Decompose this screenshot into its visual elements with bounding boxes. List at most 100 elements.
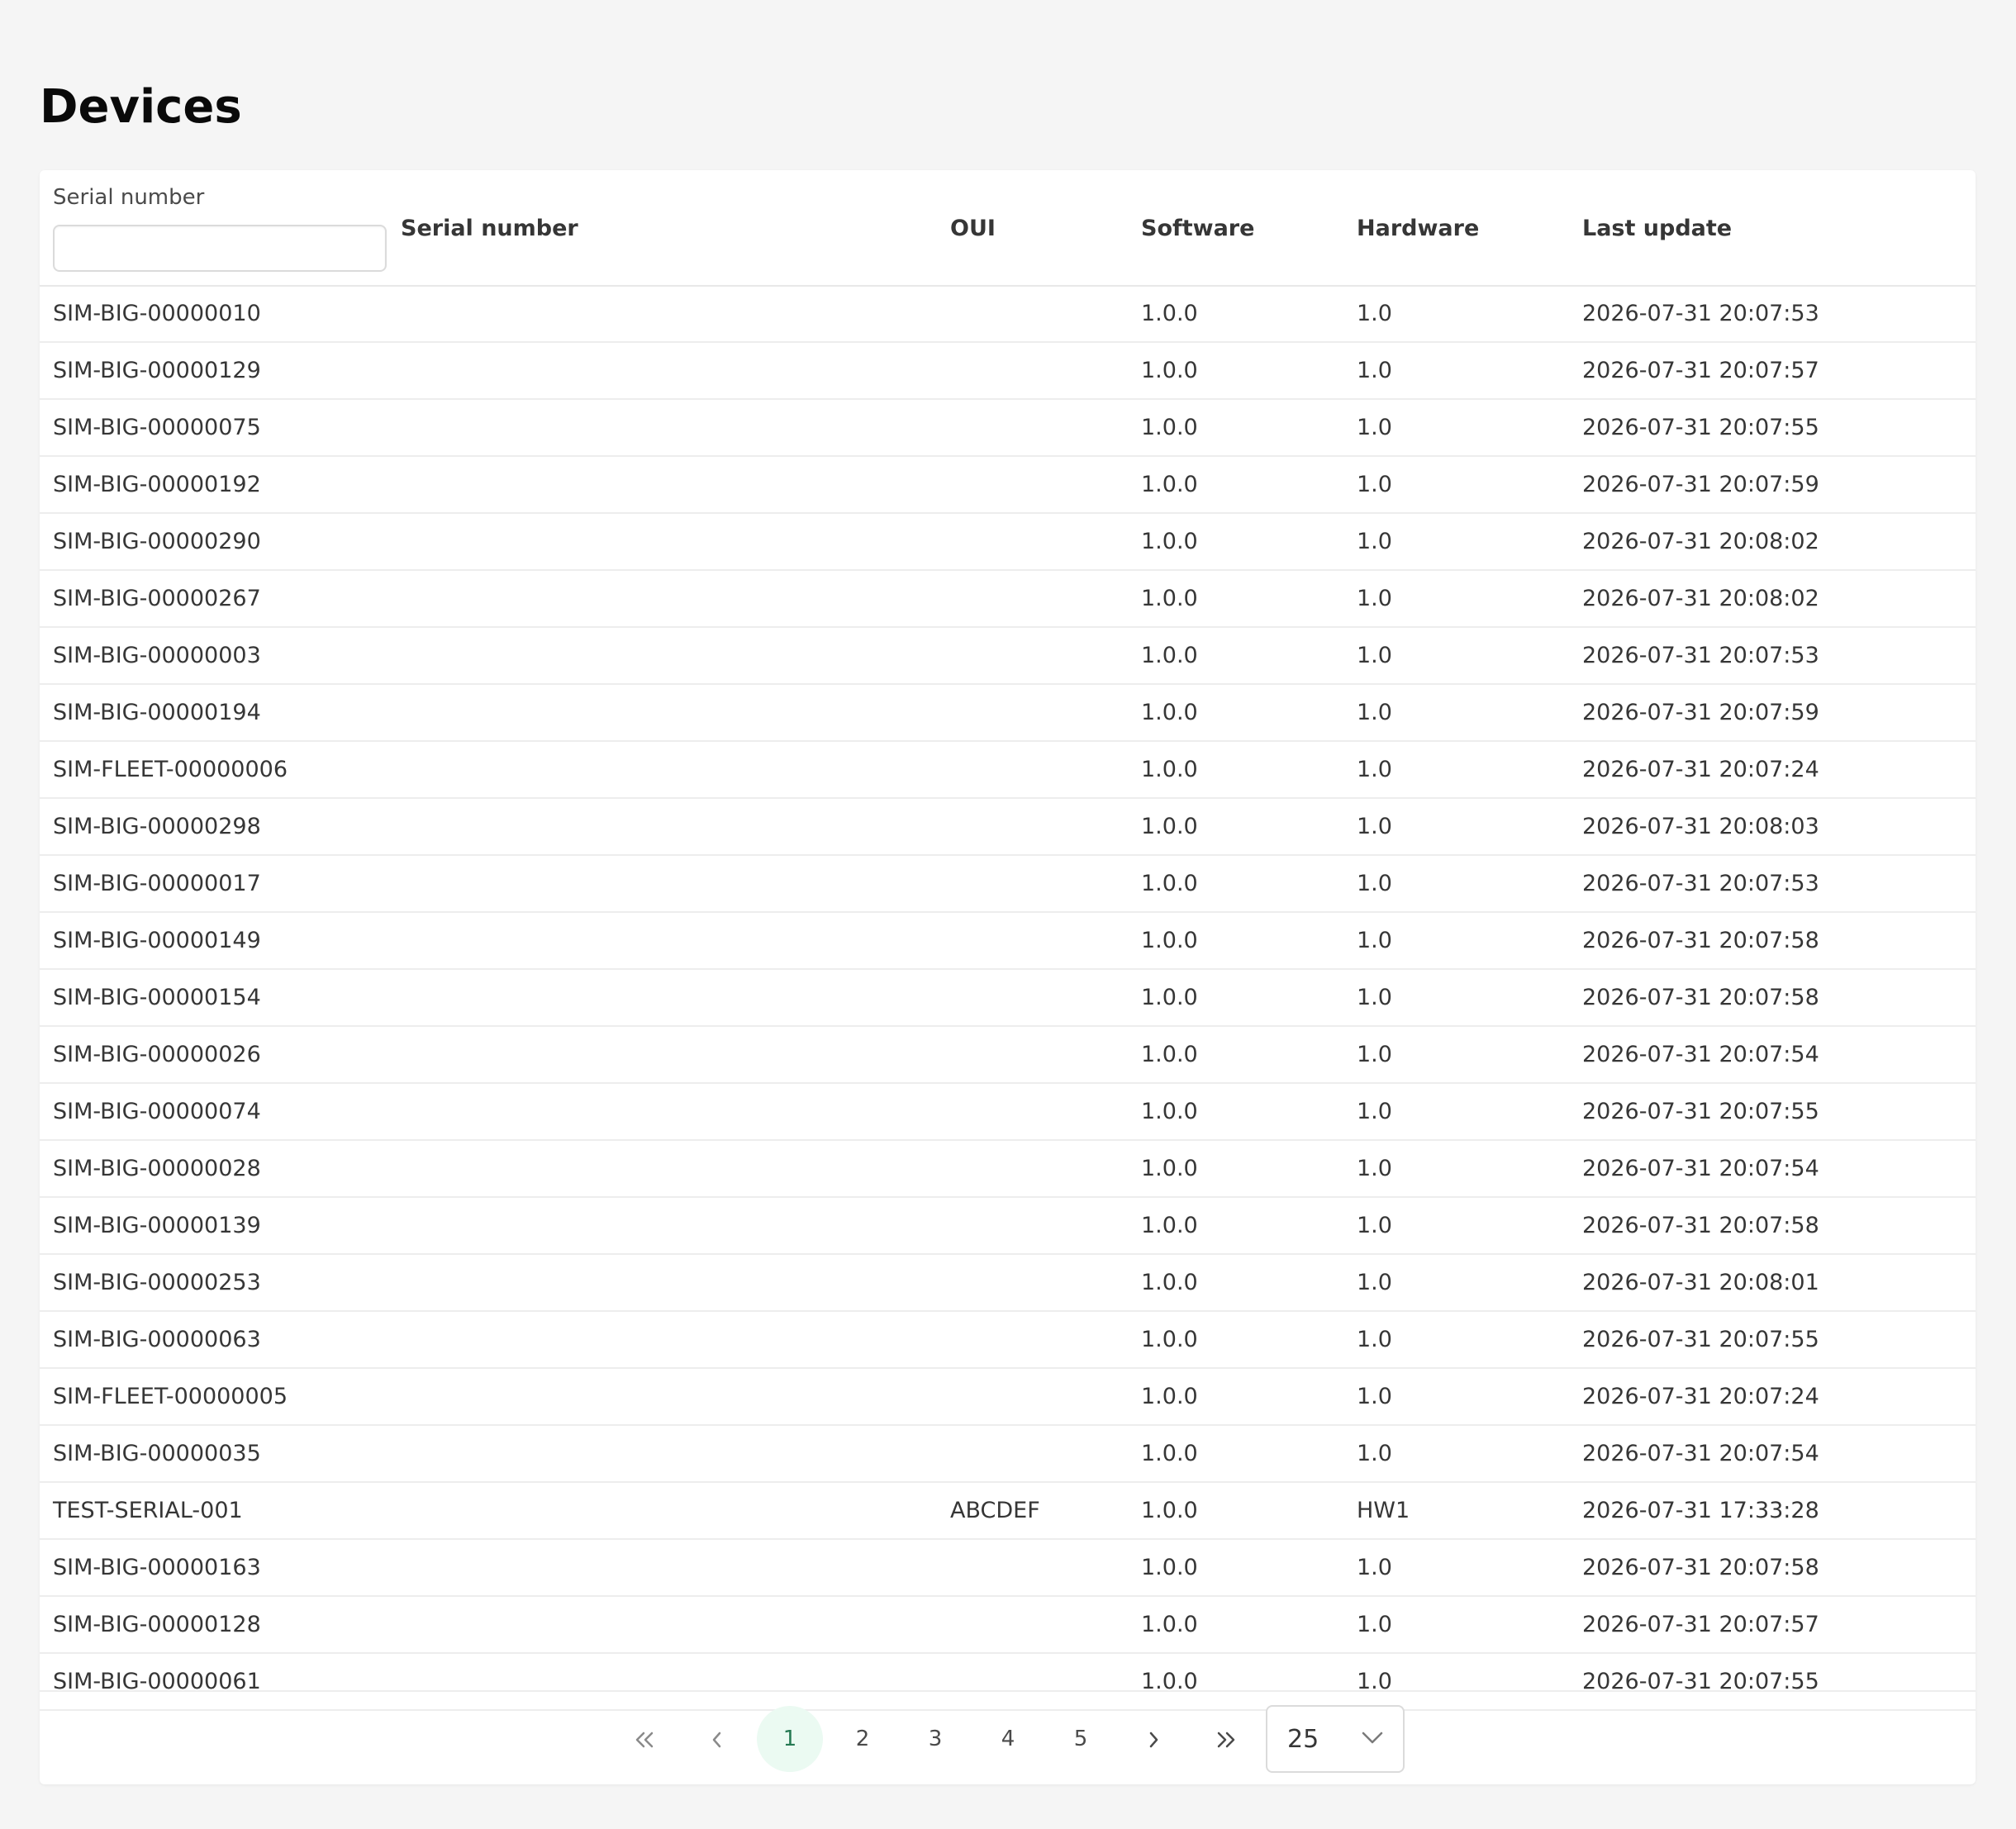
cell-hardware: 1.0 <box>1357 700 1392 725</box>
cell-serial-number: SIM-BIG-00000074 <box>53 1099 261 1124</box>
per-page-value: 25 <box>1287 1725 1319 1754</box>
table-row[interactable]: SIM-BIG-00000194 1.0.0 1.0 2026-07-31 20:07… <box>40 685 1976 742</box>
cell-hardware: 1.0 <box>1357 1327 1392 1352</box>
table-row[interactable]: SIM-BIG-00000154 1.0.0 1.0 2026-07-31 20:07… <box>40 970 1976 1027</box>
per-page-select[interactable]: 25 <box>1266 1705 1405 1773</box>
cell-software: 1.0.0 <box>1141 814 1198 839</box>
table-row[interactable]: SIM-BIG-00000163 1.0.0 1.0 2026-07-31 20:07… <box>40 1540 1976 1597</box>
chevron-left-icon <box>712 1732 721 1747</box>
table-row[interactable]: SIM-BIG-00000139 1.0.0 1.0 2026-07-31 20:07… <box>40 1198 1976 1255</box>
table-row[interactable]: SIM-BIG-00000267 1.0.0 1.0 2026-07-31 20:08… <box>40 571 1976 628</box>
cell-serial-number: SIM-BIG-00000028 <box>53 1156 261 1181</box>
cell-serial-number: SIM-BIG-00000026 <box>53 1042 261 1067</box>
chevron-down-icon <box>1362 1732 1383 1744</box>
cell-software: 1.0.0 <box>1141 1612 1198 1637</box>
cell-hardware: 1.0 <box>1357 1384 1392 1409</box>
cell-oui: ABCDEF <box>950 1498 1040 1523</box>
page-5-button[interactable]: 5 <box>1048 1706 1114 1772</box>
table-row[interactable]: SIM-BIG-00000128 1.0.0 1.0 2026-07-31 20:07… <box>40 1597 1976 1654</box>
column-header-serial-number[interactable]: Serial number <box>401 215 578 243</box>
table-body: SIM-BIG-00000010 1.0.0 1.0 2026-07-31 20:07… <box>40 286 1976 1711</box>
cell-software: 1.0.0 <box>1141 757 1198 782</box>
column-header-last-update[interactable]: Last update <box>1582 215 1732 243</box>
cell-last-update: 2026-07-31 17:33:28 <box>1582 1498 1819 1523</box>
cell-software: 1.0.0 <box>1141 586 1198 611</box>
page-1-button[interactable]: 1 <box>757 1706 823 1772</box>
table-row[interactable]: SIM-BIG-00000253 1.0.0 1.0 2026-07-31 20:08… <box>40 1255 1976 1312</box>
cell-software: 1.0.0 <box>1141 1384 1198 1409</box>
cell-serial-number: SIM-BIG-00000163 <box>53 1555 261 1580</box>
cell-serial-number: SIM-BIG-00000010 <box>53 301 261 326</box>
table-row[interactable]: TEST-SERIAL-001 ABCDEF 1.0.0 HW1 2026-07-31 … <box>40 1483 1976 1540</box>
page-3-button[interactable]: 3 <box>902 1706 968 1772</box>
cell-software: 1.0.0 <box>1141 1498 1198 1523</box>
cell-hardware: 1.0 <box>1357 928 1392 953</box>
serial-filter-label: Serial number <box>53 185 205 210</box>
cell-software: 1.0.0 <box>1141 1099 1198 1124</box>
next-page-button[interactable] <box>1120 1706 1186 1772</box>
table-row[interactable]: SIM-BIG-00000026 1.0.0 1.0 2026-07-31 20:07… <box>40 1027 1976 1084</box>
cell-last-update: 2026-07-31 20:07:54 <box>1582 1441 1819 1466</box>
column-header-software[interactable]: Software <box>1141 215 1254 243</box>
table-row[interactable]: SIM-BIG-00000129 1.0.0 1.0 2026-07-31 20:07… <box>40 343 1976 400</box>
cell-last-update: 2026-07-31 20:07:55 <box>1582 1327 1819 1352</box>
cell-serial-number: SIM-BIG-00000017 <box>53 871 261 896</box>
cell-hardware: 1.0 <box>1357 358 1392 383</box>
cell-hardware: 1.0 <box>1357 586 1392 611</box>
cell-last-update: 2026-07-31 20:07:59 <box>1582 700 1819 725</box>
table-row[interactable]: SIM-BIG-00000298 1.0.0 1.0 2026-07-31 20:08… <box>40 799 1976 856</box>
cell-software: 1.0.0 <box>1141 928 1198 953</box>
table-row[interactable]: SIM-BIG-00000010 1.0.0 1.0 2026-07-31 20:07… <box>40 286 1976 343</box>
serial-filter-input[interactable] <box>53 225 387 272</box>
column-header-hardware[interactable]: Hardware <box>1357 215 1479 243</box>
last-page-button[interactable] <box>1193 1706 1259 1772</box>
cell-serial-number: SIM-BIG-00000035 <box>53 1441 261 1466</box>
page-title: Devices <box>40 80 242 134</box>
devices-table-card: Serial number Serial number OUI Software… <box>40 170 1976 1784</box>
table-row[interactable]: SIM-BIG-00000192 1.0.0 1.0 2026-07-31 20:07… <box>40 457 1976 514</box>
table-row[interactable]: SIM-BIG-00000075 1.0.0 1.0 2026-07-31 20:07… <box>40 400 1976 457</box>
cell-hardware: 1.0 <box>1357 1555 1392 1580</box>
cell-hardware: 1.0 <box>1357 1441 1392 1466</box>
cell-software: 1.0.0 <box>1141 1213 1198 1238</box>
cell-last-update: 2026-07-31 20:08:01 <box>1582 1270 1819 1295</box>
cell-last-update: 2026-07-31 20:07:57 <box>1582 1612 1819 1637</box>
cell-software: 1.0.0 <box>1141 1042 1198 1067</box>
cell-last-update: 2026-07-31 20:07:54 <box>1582 1042 1819 1067</box>
cell-last-update: 2026-07-31 20:07:58 <box>1582 1213 1819 1238</box>
cell-hardware: 1.0 <box>1357 757 1392 782</box>
cell-software: 1.0.0 <box>1141 985 1198 1010</box>
cell-serial-number: SIM-BIG-00000129 <box>53 358 261 383</box>
cell-hardware: 1.0 <box>1357 1099 1392 1124</box>
column-header-oui[interactable]: OUI <box>950 215 996 243</box>
table-header: Serial number Serial number OUI Software… <box>40 170 1976 287</box>
cell-hardware: 1.0 <box>1357 814 1392 839</box>
cell-hardware: 1.0 <box>1357 1213 1392 1238</box>
table-row[interactable]: SIM-BIG-00000003 1.0.0 1.0 2026-07-31 20:07… <box>40 628 1976 685</box>
cell-software: 1.0.0 <box>1141 643 1198 668</box>
pagination: 1 2 3 4 5 25 <box>40 1690 1976 1786</box>
cell-serial-number: SIM-BIG-00000149 <box>53 928 261 953</box>
table-row[interactable]: SIM-BIG-00000035 1.0.0 1.0 2026-07-31 20:07… <box>40 1426 1976 1483</box>
cell-software: 1.0.0 <box>1141 1555 1198 1580</box>
table-row[interactable]: SIM-BIG-00000017 1.0.0 1.0 2026-07-31 20:07… <box>40 856 1976 913</box>
table-row[interactable]: SIM-BIG-00000149 1.0.0 1.0 2026-07-31 20:07… <box>40 913 1976 970</box>
cell-software: 1.0.0 <box>1141 415 1198 440</box>
table-row[interactable]: SIM-BIG-00000063 1.0.0 1.0 2026-07-31 20:07… <box>40 1312 1976 1369</box>
page-4-button[interactable]: 4 <box>975 1706 1041 1772</box>
previous-page-button[interactable] <box>684 1706 750 1772</box>
page-2-button[interactable]: 2 <box>830 1706 896 1772</box>
cell-hardware: 1.0 <box>1357 1042 1392 1067</box>
table-row[interactable]: SIM-BIG-00000074 1.0.0 1.0 2026-07-31 20:07… <box>40 1084 1976 1141</box>
table-row[interactable]: SIM-FLEET-00000005 1.0.0 1.0 2026-07-31 20:… <box>40 1369 1976 1426</box>
table-row[interactable]: SIM-BIG-00000028 1.0.0 1.0 2026-07-31 20:07… <box>40 1141 1976 1198</box>
table-row[interactable]: SIM-BIG-00000290 1.0.0 1.0 2026-07-31 20:08… <box>40 514 1976 571</box>
cell-serial-number: SIM-BIG-00000267 <box>53 586 261 611</box>
cell-software: 1.0.0 <box>1141 358 1198 383</box>
cell-hardware: 1.0 <box>1357 301 1392 326</box>
table-row[interactable]: SIM-FLEET-00000006 1.0.0 1.0 2026-07-31 20:… <box>40 742 1976 799</box>
first-page-button[interactable] <box>611 1706 678 1772</box>
cell-software: 1.0.0 <box>1141 1441 1198 1466</box>
cell-software: 1.0.0 <box>1141 1270 1198 1295</box>
cell-last-update: 2026-07-31 20:07:58 <box>1582 985 1819 1010</box>
